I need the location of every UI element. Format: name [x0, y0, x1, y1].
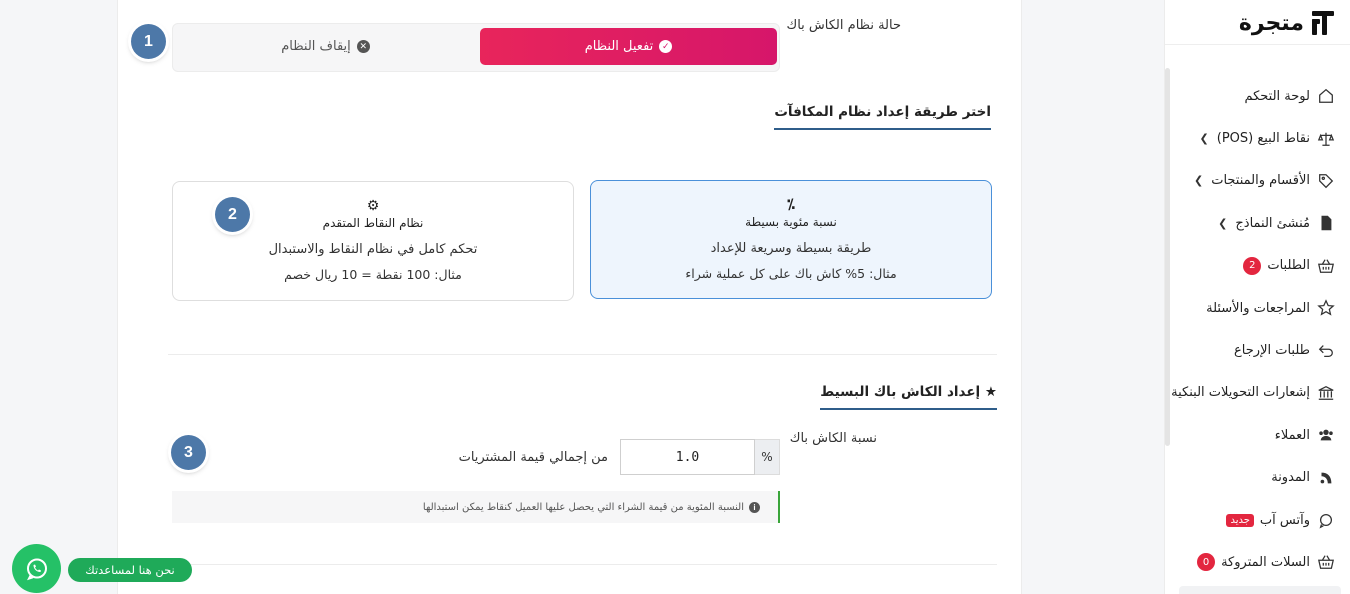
option-description: تحكم كامل في نظام النقاط والاستبدال	[268, 242, 478, 257]
percent-suffix: %	[755, 439, 780, 475]
sidebar-item-blog[interactable]: المدونة	[1164, 457, 1350, 499]
percent-icon: ⁒	[787, 197, 795, 213]
orders-count-badge: 2	[1243, 256, 1262, 275]
home-icon	[1316, 86, 1336, 106]
simple-setup-title: ★ إعداد الكاش باك البسيط	[820, 384, 997, 410]
logo-text: متجرة	[1238, 10, 1304, 36]
blog-icon	[1316, 468, 1336, 488]
sidebar-item-label: طلبات الإرجاع	[1234, 343, 1310, 359]
basket-icon	[1316, 552, 1336, 572]
option-description: طريقة بسيطة وسريعة للإعداد	[710, 241, 872, 256]
sidebar-divider	[1165, 44, 1350, 45]
return-icon	[1316, 341, 1336, 361]
system-status-toggle: ✓ تفعيل النظام ✕ إيقاف النظام	[172, 23, 780, 72]
sidebar-item-label: الطلبات	[1267, 258, 1310, 274]
sidebar-item-label: إشعارات التحويلات البنكية	[1171, 385, 1310, 401]
option-example: مثال: 100 نقطة = 10 ريال خصم	[284, 267, 462, 282]
sidebar-item-categories[interactable]: الأقسام والمنتجات ❯	[1164, 160, 1350, 202]
section-divider	[168, 354, 997, 355]
logo-mark-icon	[1310, 9, 1336, 37]
sidebar-item-label: لوحة التحكم	[1244, 88, 1310, 104]
users-icon	[1316, 425, 1336, 445]
star-icon: ★	[984, 384, 997, 400]
sidebar: متجرة لوحة التحكم نقاط البيع (POS) ❯ الأ…	[1164, 0, 1350, 594]
sidebar-item-highlight	[1179, 586, 1341, 594]
sidebar-item-orders[interactable]: الطلبات 2	[1164, 245, 1350, 287]
sidebar-nav: لوحة التحكم نقاط البيع (POS) ❯ الأقسام و…	[1164, 75, 1350, 584]
check-circle-icon: ✓	[659, 40, 673, 53]
sidebar-item-label: المراجعات والأسئلة	[1206, 300, 1310, 316]
step-badge-1: 1	[131, 24, 166, 59]
whatsapp-chat-button[interactable]	[12, 544, 61, 593]
chevron-left-icon: ❯	[1193, 174, 1204, 188]
tag-icon	[1316, 171, 1336, 191]
sidebar-item-bank-transfers[interactable]: إشعارات التحويلات البنكية	[1164, 372, 1350, 414]
content-gutter	[1046, 0, 1164, 594]
whatsapp-icon	[1316, 510, 1336, 530]
chevron-left-icon: ❯	[1199, 132, 1209, 146]
sidebar-item-label: وآتس آب	[1259, 512, 1310, 528]
sidebar-item-customers[interactable]: العملاء	[1164, 414, 1350, 456]
deactivate-label: إيقاف النظام	[281, 39, 351, 54]
star-icon	[1316, 298, 1336, 318]
rate-note: من إجمالي قيمة المشتريات	[458, 450, 608, 465]
x-circle-icon: ✕	[356, 40, 370, 53]
sidebar-item-label: المدونة	[1271, 470, 1310, 486]
whatsapp-icon	[26, 558, 47, 580]
sidebar-item-reviews[interactable]: المراجعات والأسئلة	[1164, 287, 1350, 329]
brand-logo[interactable]: متجرة	[1239, 6, 1336, 40]
activate-system-button[interactable]: ✓ تفعيل النظام	[480, 28, 777, 65]
sidebar-item-pos[interactable]: نقاط البيع (POS) ❯	[1164, 117, 1350, 159]
option-example: مثال: 5% كاش باك على كل عملية شراء	[685, 266, 897, 281]
sidebar-item-label: العملاء	[1274, 427, 1310, 443]
abandoned-count-badge: 0	[1197, 553, 1216, 572]
bank-icon	[1316, 383, 1336, 403]
info-icon: i	[749, 501, 760, 513]
sidebar-item-label: الأقسام والمنتجات	[1211, 173, 1310, 189]
sidebar-item-abandoned-carts[interactable]: السلات المتروكة 0	[1164, 541, 1350, 583]
sidebar-item-whatsapp[interactable]: وآتس آب جديد	[1164, 499, 1350, 541]
option-title: نسبة مئوية بسيطة	[745, 215, 837, 229]
deactivate-system-button[interactable]: ✕ إيقاف النظام	[177, 28, 474, 65]
hint-text: النسبة المئوية من قيمة الشراء التي يحصل …	[422, 501, 744, 513]
sidebar-item-dashboard[interactable]: لوحة التحكم	[1164, 75, 1350, 117]
sidebar-item-form-builder[interactable]: مُنشئ النماذج ❯	[1164, 202, 1350, 244]
setup-method-title: اختر طريقة إعداد نظام المكافآت	[774, 104, 991, 130]
section-divider	[168, 564, 997, 565]
step-badge-3: 3	[171, 435, 206, 470]
sidebar-item-returns[interactable]: طلبات الإرجاع	[1164, 329, 1350, 371]
status-label: حالة نظام الكاش باك	[786, 18, 902, 33]
basket-icon	[1316, 256, 1336, 276]
file-icon	[1316, 213, 1336, 233]
cashback-rate-input-group: %	[620, 439, 780, 475]
help-chat-button[interactable]: نحن هنا لمساعدتك	[68, 558, 192, 582]
sidebar-item-label: نقاط البيع (POS)	[1216, 131, 1310, 147]
step-badge-2: 2	[215, 197, 250, 232]
simple-percentage-option[interactable]: ⁒ نسبة مئوية بسيطة طريقة بسيطة وسريعة لل…	[590, 180, 992, 299]
cashback-rate-input[interactable]	[620, 439, 755, 475]
activate-label: تفعيل النظام	[584, 39, 654, 54]
scale-icon	[1316, 129, 1336, 149]
rate-hint: i النسبة المئوية من قيمة الشراء التي يحص…	[172, 491, 780, 523]
chevron-left-icon: ❯	[1218, 216, 1228, 230]
sidebar-item-label: السلات المتروكة	[1221, 554, 1310, 570]
cashback-rate-label: نسبة الكاش باك	[789, 431, 877, 446]
sidebar-item-label: مُنشئ النماذج	[1235, 215, 1310, 231]
new-tag: جديد	[1226, 513, 1254, 527]
